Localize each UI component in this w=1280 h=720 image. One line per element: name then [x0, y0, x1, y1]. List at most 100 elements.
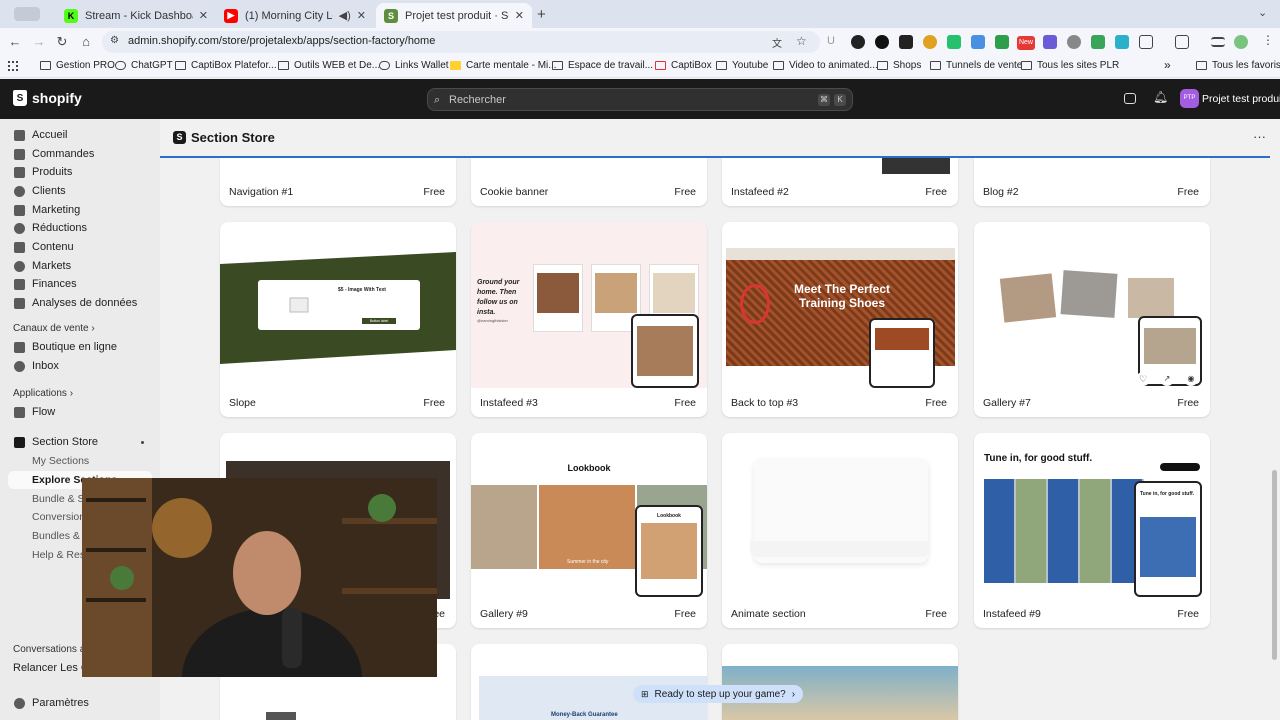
extension-cursor-icon[interactable] — [1091, 35, 1105, 49]
sidebar-item-commandes[interactable]: Commandes — [14, 145, 94, 163]
section-card[interactable]: $5 - Image With Text Button label Slope … — [220, 222, 456, 417]
extension-green-icon[interactable] — [995, 35, 1009, 49]
scrollbar[interactable] — [1272, 470, 1277, 660]
extension-new-icon[interactable]: New — [1017, 36, 1035, 50]
browser-menu-icon[interactable]: ⋮ — [1262, 33, 1274, 47]
sidebar-item-analyses[interactable]: Analyses de données — [14, 294, 137, 312]
extension-pen-icon[interactable] — [851, 35, 865, 49]
applications-heading[interactable]: Applications › — [13, 388, 73, 399]
site-settings-icon[interactable]: ⚙ — [110, 35, 119, 46]
store-menu-button[interactable]: PTP Projet test produit — [1180, 89, 1280, 108]
translate-icon[interactable]: 文 — [772, 35, 782, 50]
bookmarks-overflow-icon[interactable]: » — [1164, 58, 1171, 72]
section-card[interactable] — [722, 644, 958, 720]
apps-grid-icon[interactable] — [8, 61, 18, 71]
sidebar-item-finances[interactable]: Finances — [14, 275, 77, 293]
section-preview: Ground your home. Then follow us on inst… — [471, 222, 707, 388]
bookmark-sites-plr[interactable]: Tous les sites PLR — [1021, 60, 1119, 71]
section-card[interactable]: ♡ ↗ ◉ Gallery #7 Free — [974, 222, 1210, 417]
extension-mirror-icon[interactable] — [1175, 35, 1189, 49]
pin-dot-icon[interactable] — [141, 441, 144, 444]
favorite-heart-icon[interactable]: ♡ — [1136, 372, 1150, 386]
close-icon[interactable]: ✕ — [357, 9, 366, 22]
tab-section-store[interactable]: S Projet test produit · Section S ✕ — [376, 3, 532, 28]
extension-heart-icon[interactable] — [1115, 35, 1129, 49]
bookmark-captibox-plateforme[interactable]: CaptiBox Platefor... — [175, 60, 277, 71]
sidebar-item-marketing[interactable]: Marketing — [14, 201, 80, 219]
extension-doc-icon[interactable] — [971, 35, 985, 49]
notifications-bell-icon[interactable]: 🔔︎ — [1153, 90, 1168, 104]
preview-eye-icon[interactable]: ◉ — [1184, 372, 1198, 386]
tab-lofi[interactable]: ▶ (1) Morning City Lofi Beat ◀) ✕ — [216, 3, 374, 28]
search-input[interactable]: ⌕ Rechercher ⌘ K — [427, 88, 853, 111]
extension-t-icon[interactable] — [947, 35, 961, 49]
sidebar-item-parametres[interactable]: Paramètres — [14, 694, 89, 712]
sales-channels-heading[interactable]: Canaux de vente › — [13, 323, 95, 334]
section-card[interactable]: Ground your home. Then follow us on inst… — [471, 222, 707, 417]
extension-d-icon[interactable] — [1043, 35, 1057, 49]
lookbook-image-1 — [471, 485, 537, 569]
section-card[interactable]: Navigation #1 Free — [220, 158, 456, 206]
sidekick-icon[interactable] — [1124, 93, 1136, 104]
bookmark-star-icon[interactable]: ☆ — [796, 34, 807, 48]
promo-toast[interactable]: ⊞ Ready to step up your game? › — [633, 685, 804, 703]
sidebar-item-clients[interactable]: Clients — [14, 182, 66, 200]
section-card[interactable]: Animate section Free — [722, 433, 958, 628]
sidebar-item-reductions[interactable]: Réductions — [14, 219, 87, 237]
sidebar-item-produits[interactable]: Produits — [14, 163, 72, 181]
bookmark-espace-travail[interactable]: Espace de travail... — [552, 60, 653, 71]
tab-group-icon[interactable] — [14, 7, 40, 21]
open-external-icon[interactable]: ↗ — [1160, 372, 1174, 386]
sidebar-item-section-store[interactable]: Section Store — [14, 433, 98, 451]
bookmark-shops[interactable]: Shops — [877, 60, 921, 71]
section-card[interactable]: Tune in, for good stuff. Tune in, for go… — [974, 433, 1210, 628]
more-options-icon[interactable]: ··· — [1253, 129, 1266, 144]
tab-menu-icon[interactable] — [1211, 37, 1225, 47]
extensions-puzzle-icon[interactable] — [1139, 35, 1153, 49]
bookmark-captibox[interactable]: CaptiBox — [655, 60, 712, 71]
profile-avatar-icon[interactable] — [1234, 35, 1248, 49]
close-icon[interactable]: ✕ — [199, 9, 208, 22]
finance-icon — [14, 278, 25, 290]
section-card[interactable]: Meet The Perfect Training Shoes Back to … — [722, 222, 958, 417]
extension-pie-icon[interactable] — [923, 35, 937, 49]
sidebar-item-accueil[interactable]: Accueil — [14, 126, 67, 144]
new-tab-icon[interactable]: + — [537, 6, 546, 23]
bookmark-label: Shops — [893, 60, 922, 71]
section-card[interactable]: Instafeed #2 Free — [722, 158, 958, 206]
speaker-icon[interactable]: ◀) — [339, 9, 351, 22]
sidebar-sub-conversion[interactable]: Conversion — [32, 511, 85, 523]
sidebar-item-boutique[interactable]: Boutique en ligne — [14, 338, 117, 356]
bookmark-gestion-pro[interactable]: Gestion PRO — [40, 60, 115, 71]
url-field[interactable]: ⚙ admin.shopify.com/store/projetalexb/ap… — [102, 31, 820, 53]
bookmark-video-animated[interactable]: Video to animated... — [773, 60, 878, 71]
sidebar-item-contenu[interactable]: Contenu — [14, 238, 74, 256]
extension-circle-icon[interactable] — [875, 35, 889, 49]
reload-icon[interactable]: ↻ — [54, 34, 70, 50]
section-card[interactable]: Money-Back Guarantee — [471, 644, 707, 720]
bookmark-tunnels-vente[interactable]: Tunnels de vente — [930, 60, 1022, 71]
sidebar-item-inbox[interactable]: Inbox — [14, 357, 59, 375]
bookmark-links-wallet[interactable]: Links Wallet — [379, 60, 449, 71]
tab-search-icon[interactable]: ⌄ — [1258, 6, 1267, 19]
bookmark-outils-web[interactable]: Outils WEB et De... — [278, 60, 380, 71]
all-bookmarks[interactable]: Tous les favoris — [1196, 60, 1280, 71]
section-card[interactable]: Lookbook Summer in the city Lookbook Gal… — [471, 433, 707, 628]
sidebar-item-markets[interactable]: Markets — [14, 257, 71, 275]
bookmark-youtube[interactable]: Youtube — [716, 60, 768, 71]
extension-globe-icon[interactable] — [1067, 35, 1081, 49]
extension-u-icon[interactable]: U — [827, 35, 841, 49]
forward-icon[interactable]: → — [31, 34, 47, 50]
bookmark-carte-mentale[interactable]: Carte mentale - Mi... — [450, 60, 557, 71]
shopify-logo[interactable]: Sshopify — [13, 90, 82, 106]
extension-f-icon[interactable] — [899, 35, 913, 49]
section-card[interactable]: Blog #2 Free — [974, 158, 1210, 206]
back-icon[interactable]: ← — [7, 34, 23, 50]
sidebar-item-flow[interactable]: Flow — [14, 403, 55, 421]
bookmark-chatgpt[interactable]: ChatGPT — [115, 60, 173, 71]
tab-kick-dashboard[interactable]: K Stream - Kick Dashboard ✕ — [56, 3, 216, 28]
section-card[interactable]: Cookie banner Free — [471, 158, 707, 206]
close-icon[interactable]: ✕ — [515, 9, 524, 22]
sidebar-sub-my-sections[interactable]: My Sections — [32, 455, 89, 467]
home-icon[interactable]: ⌂ — [78, 34, 94, 50]
